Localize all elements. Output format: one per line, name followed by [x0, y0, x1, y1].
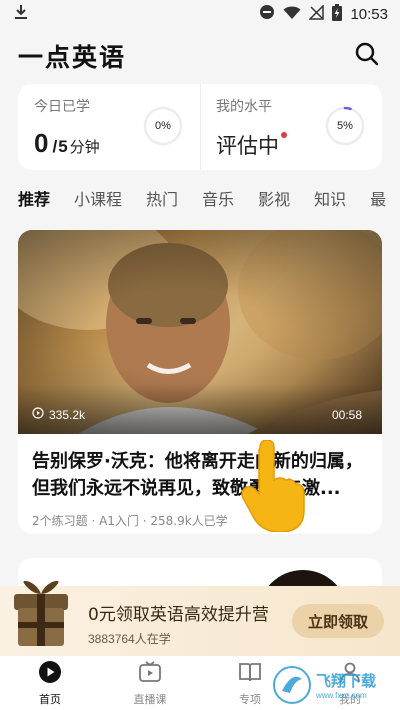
nav-live[interactable]: 直播课 [100, 656, 200, 710]
gift-box-icon [14, 580, 68, 646]
view-count-text: 335.2k [49, 407, 86, 422]
category-tabs: 推荐 小课程 热门 音乐 影视 知识 最 [18, 186, 400, 216]
video-duration: 00:58 [331, 408, 362, 422]
app-title: 一点英语 [18, 43, 127, 72]
view-count: 335.2k [32, 407, 85, 422]
level-status: 评估中 [216, 130, 287, 160]
search-icon[interactable] [354, 41, 380, 71]
watermark-logo-icon [273, 666, 311, 704]
signal-off-icon [308, 3, 325, 24]
tab-hot[interactable]: 热门 [146, 186, 178, 216]
tap-hand-icon [241, 440, 305, 532]
today-study-panel[interactable]: 今日已学 0 / 5 分钟 0% [18, 84, 200, 170]
nav-home[interactable]: 首页 [0, 656, 100, 710]
tab-film[interactable]: 影视 [258, 186, 290, 216]
notification-dot [281, 132, 287, 138]
watermark-url: www.fxxz.com [316, 691, 367, 700]
promo-banner[interactable]: 0元领取英语高效提升营 3883764人在学 立即领取 [0, 580, 400, 656]
battery-charging-icon [332, 3, 343, 25]
tv-icon [138, 660, 162, 687]
today-progress-text: 0% [155, 120, 171, 132]
video-title[interactable]: 告别保罗·沃克：他将离开走向新的归属，但我们永远不说再见，致敬勇气与激... [32, 448, 368, 502]
minutes-separator: / [52, 137, 58, 156]
app-header: 一点英语 [18, 38, 380, 74]
download-icon [14, 4, 28, 24]
book-icon [238, 660, 262, 687]
tab-knowledge[interactable]: 知识 [314, 186, 346, 216]
dnd-icon [259, 4, 275, 24]
watermark-text: 飞翔下载 [316, 672, 377, 690]
status-bar: 10:53 [0, 0, 400, 28]
watermark-text-block: 飞翔下载 www.fxxz.com [316, 670, 376, 700]
minutes-unit: 分钟 [69, 138, 100, 156]
tab-more-partial[interactable]: 最 [370, 186, 386, 216]
level-progress-text: 5% [337, 120, 353, 132]
video-thumbnail[interactable]: 335.2k 00:58 [18, 230, 382, 434]
claim-now-button[interactable]: 立即领取 [292, 604, 384, 638]
today-minutes: 0 [34, 128, 49, 158]
my-level-panel[interactable]: 我的水平 评估中 5% [200, 84, 382, 170]
tab-mini-course[interactable]: 小课程 [74, 186, 122, 216]
nav-special-label: 专项 [239, 692, 261, 706]
status-time: 10:53 [350, 5, 388, 23]
video-meta: 2个练习题 · A1入门 · 258.9k人已学 [32, 514, 228, 528]
home-play-icon [38, 660, 62, 687]
watermark: 飞翔下载 www.fxxz.com [272, 662, 392, 708]
goal-minutes: 5 [58, 137, 68, 156]
nav-home-label: 首页 [39, 692, 61, 706]
status-icons: 10:53 [259, 3, 388, 25]
tab-recommend[interactable]: 推荐 [18, 186, 50, 216]
promo-subtitle: 3883764人在学 [88, 632, 171, 646]
stats-card: 今日已学 0 / 5 分钟 0% 我的水平 评估中 5% [18, 84, 382, 170]
nav-live-label: 直播课 [133, 692, 167, 706]
tab-music[interactable]: 音乐 [202, 186, 234, 216]
promo-text: 0元领取英语高效提升营 3883764人在学 [88, 600, 269, 647]
video-card[interactable]: 335.2k 00:58 告别保罗·沃克：他将离开走向新的归属，但我们永远不说再… [18, 230, 382, 534]
play-count-icon [32, 407, 44, 422]
wifi-icon [283, 5, 301, 24]
promo-title: 0元领取英语高效提升营 [88, 605, 269, 625]
